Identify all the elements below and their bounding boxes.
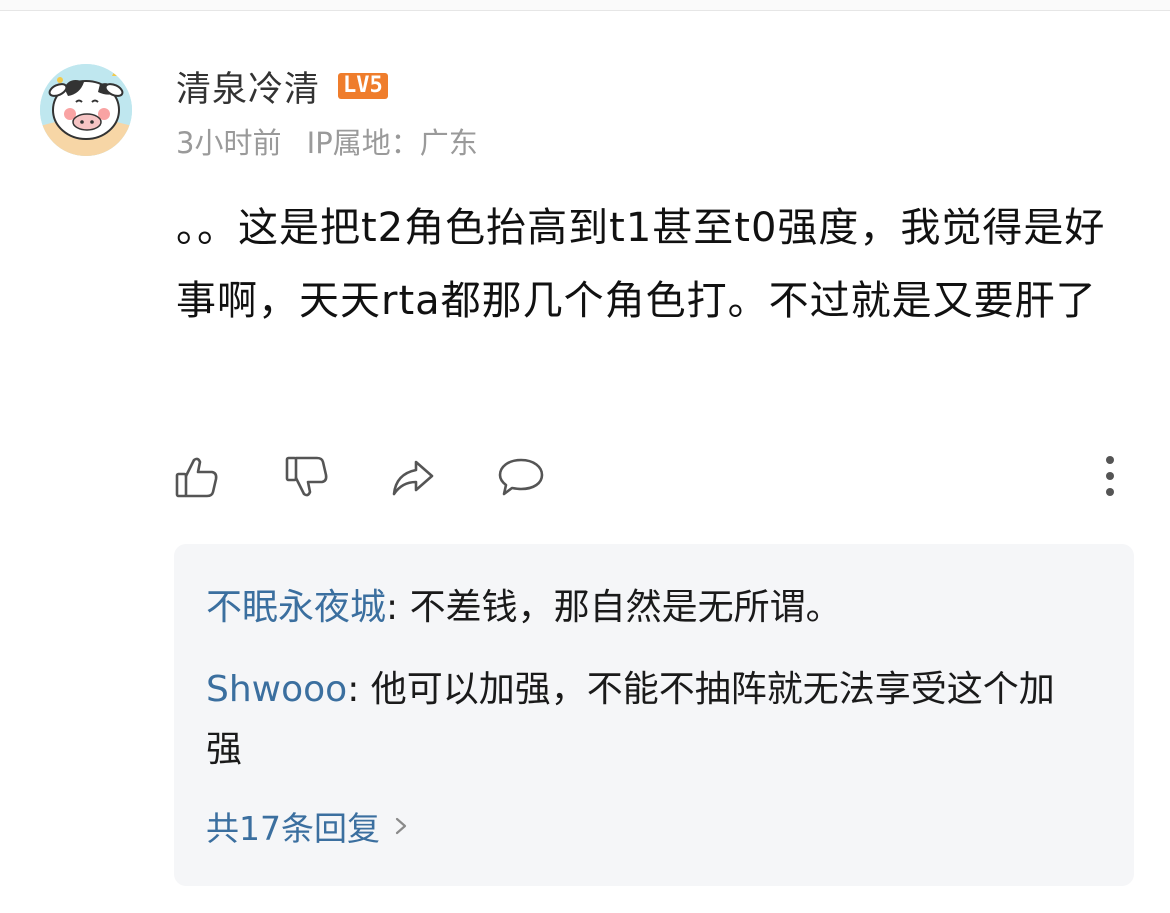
- ip-location: IP属地：广东: [306, 126, 478, 160]
- view-all-replies-link[interactable]: 共17条回复: [206, 802, 408, 850]
- replies-preview: 不眠永夜城: 不差钱，那自然是无所谓。 Shwooo: 他可以加强，不能不抽阵就…: [174, 544, 1134, 886]
- more-replies-label: 共17条回复: [206, 809, 380, 848]
- avatar[interactable]: [40, 64, 132, 156]
- avatar-cow-icon: [40, 64, 132, 156]
- thumbs-down-icon[interactable]: [282, 452, 332, 502]
- comment-action-bar: [170, 446, 1130, 506]
- username-row: 清泉冷清 LV5: [176, 62, 388, 110]
- thumbs-up-icon[interactable]: [172, 452, 222, 502]
- reply-separator: :: [347, 669, 371, 710]
- comment-meta: 3小时前 IP属地：广东: [176, 120, 494, 162]
- comment-text: 。。这是把t2角色抬高到t1甚至t0强度，我觉得是好事啊，天天rta都那几个角色…: [176, 205, 1106, 324]
- reply-author[interactable]: Shwooo: [206, 669, 347, 710]
- reply-separator: :: [386, 587, 410, 628]
- reply-item[interactable]: Shwooo: 他可以加强，不能不抽阵就无法享受这个加强: [206, 660, 1086, 780]
- share-arrow-icon[interactable]: [388, 452, 438, 502]
- chevron-right-icon: [395, 817, 407, 835]
- reply-item[interactable]: 不眠永夜城: 不差钱，那自然是无所谓。: [206, 578, 1086, 638]
- comment-time: 3小时前: [176, 126, 282, 160]
- level-badge: LV5: [338, 73, 388, 99]
- vertical-ellipsis-icon[interactable]: [1100, 454, 1120, 498]
- speech-bubble-icon[interactable]: [496, 452, 546, 502]
- top-divider: [0, 0, 1170, 11]
- reply-author[interactable]: 不眠永夜城: [206, 587, 386, 628]
- username[interactable]: 清泉冷清: [176, 61, 320, 112]
- reply-text: 不差钱，那自然是无所谓。: [409, 587, 842, 628]
